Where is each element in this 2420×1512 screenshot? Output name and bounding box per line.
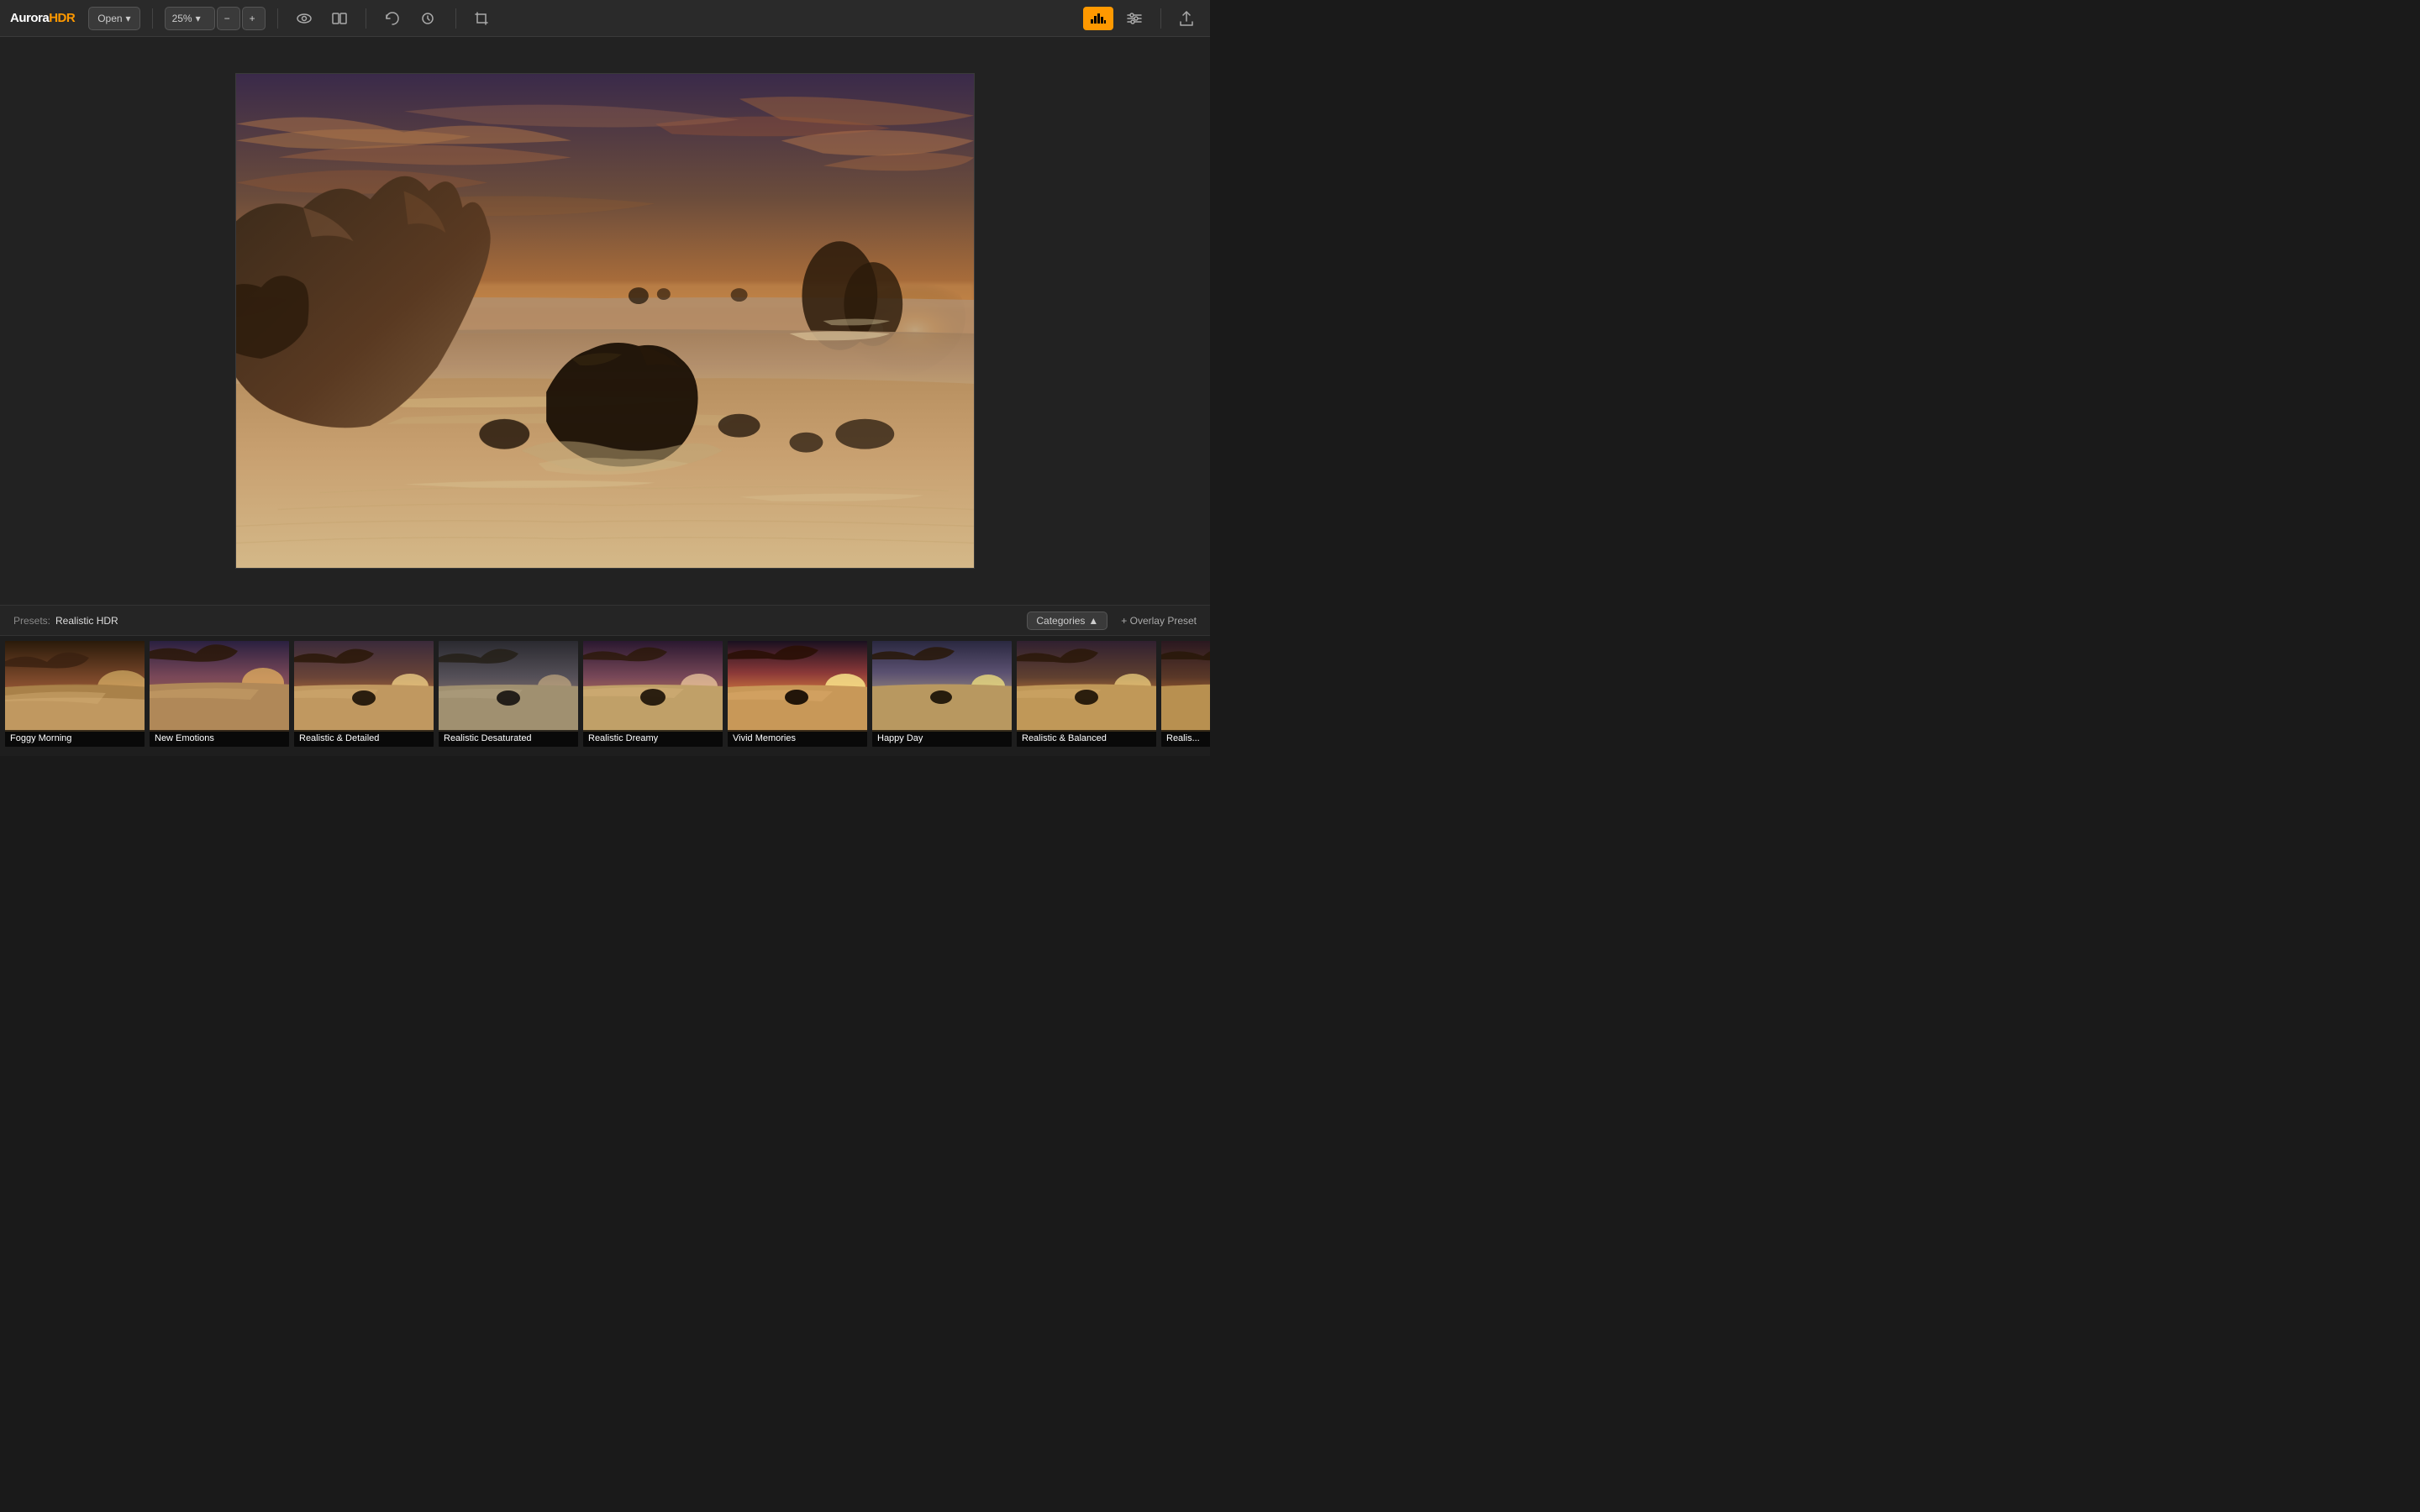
preset-realistic-dreamy-label: Realistic Dreamy [583,730,723,747]
app-logo: AuroraHDR [10,11,75,25]
preset-happy-day-label: Happy Day [872,730,1012,747]
presets-header: Presets: Realistic HDR Categories ▲ + Ov… [0,606,1210,636]
zoom-value: 25% [172,13,192,24]
undo-icon [385,12,400,25]
preset-vivid-memories-label: Vivid Memories [728,730,867,747]
zoom-chevron-icon: ▾ [196,13,201,24]
zoom-display[interactable]: 25% ▾ [165,7,215,30]
preset-realis[interactable]: Realis... [1160,639,1210,748]
preset-new-emotions-label: New Emotions [150,730,289,747]
export-icon [1180,11,1193,26]
preset-realistic-balanced[interactable]: Realistic & Balanced [1015,639,1158,748]
histogram-button[interactable] [1083,7,1113,30]
preset-realistic-balanced-label: Realistic & Balanced [1017,730,1156,747]
preset-new-emotions[interactable]: New Emotions [148,639,291,748]
toolbar: AuroraHDR Open ▾ 25% ▾ − + [0,0,1210,37]
preset-realistic-desaturated-label: Realistic Desaturated [439,730,578,747]
zoom-group: 25% ▾ − + [165,7,266,30]
presets-strip: Foggy Morning New Emotions [0,636,1210,756]
separator-1 [152,8,153,29]
categories-label: Categories [1036,615,1085,627]
preset-realistic-balanced-thumb [1017,641,1158,732]
presets-active-category: Realistic HDR [55,615,118,627]
main-canvas-area [0,37,1210,605]
categories-chevron-icon: ▲ [1088,615,1098,627]
zoom-in-button[interactable]: + [242,7,266,30]
preset-realis-thumb [1161,641,1210,732]
zoom-out-button[interactable]: − [217,7,240,30]
preset-realistic-desaturated-thumb [439,641,580,732]
presets-label: Presets: [13,615,50,627]
preset-happy-day-thumb [872,641,1013,732]
history-button[interactable] [413,7,444,30]
compare-button[interactable] [325,7,354,30]
preset-realistic-dreamy-thumb [583,641,724,732]
preset-realis-label: Realis... [1161,730,1210,747]
presets-panel: Presets: Realistic HDR Categories ▲ + Ov… [0,605,1210,756]
categories-button[interactable]: Categories ▲ [1027,612,1107,630]
zoom-out-icon: − [224,13,230,24]
preset-vivid-memories[interactable]: Vivid Memories [726,639,869,748]
preset-realistic-detailed[interactable]: Realistic & Detailed [292,639,435,748]
overlay-preset-label: + Overlay Preset [1121,615,1197,627]
separator-4 [455,8,456,29]
histogram-icon [1090,13,1107,24]
preset-realistic-desaturated[interactable]: Realistic Desaturated [437,639,580,748]
open-button[interactable]: Open ▾ [88,7,139,30]
preset-happy-day[interactable]: Happy Day [871,639,1013,748]
preset-realistic-dreamy[interactable]: Realistic Dreamy [581,639,724,748]
adjustments-icon [1127,12,1142,25]
eye-button[interactable] [290,7,318,30]
open-label: Open [97,13,122,24]
preset-foggy-morning-label: Foggy Morning [5,730,145,747]
crop-button[interactable] [468,7,495,30]
preset-realistic-detailed-label: Realistic & Detailed [294,730,434,747]
preset-new-emotions-thumb [150,641,291,732]
preset-realistic-detailed-thumb [294,641,435,732]
export-button[interactable] [1173,7,1200,30]
image-canvas[interactable] [235,73,975,569]
separator-2 [277,8,278,29]
eye-icon [297,13,312,24]
compare-icon [332,13,347,24]
overlay-preset-button[interactable]: + Overlay Preset [1121,615,1197,627]
crop-icon [475,12,488,25]
history-icon [420,12,437,25]
beach-image [236,74,974,568]
preset-vivid-memories-thumb [728,641,869,732]
adjustments-button[interactable] [1120,7,1149,30]
preset-foggy-morning[interactable]: Foggy Morning [3,639,146,748]
zoom-in-icon: + [250,13,255,24]
open-chevron-icon: ▾ [126,13,131,24]
undo-button[interactable] [378,7,407,30]
separator-5 [1160,8,1161,29]
preset-foggy-morning-thumb [5,641,146,732]
